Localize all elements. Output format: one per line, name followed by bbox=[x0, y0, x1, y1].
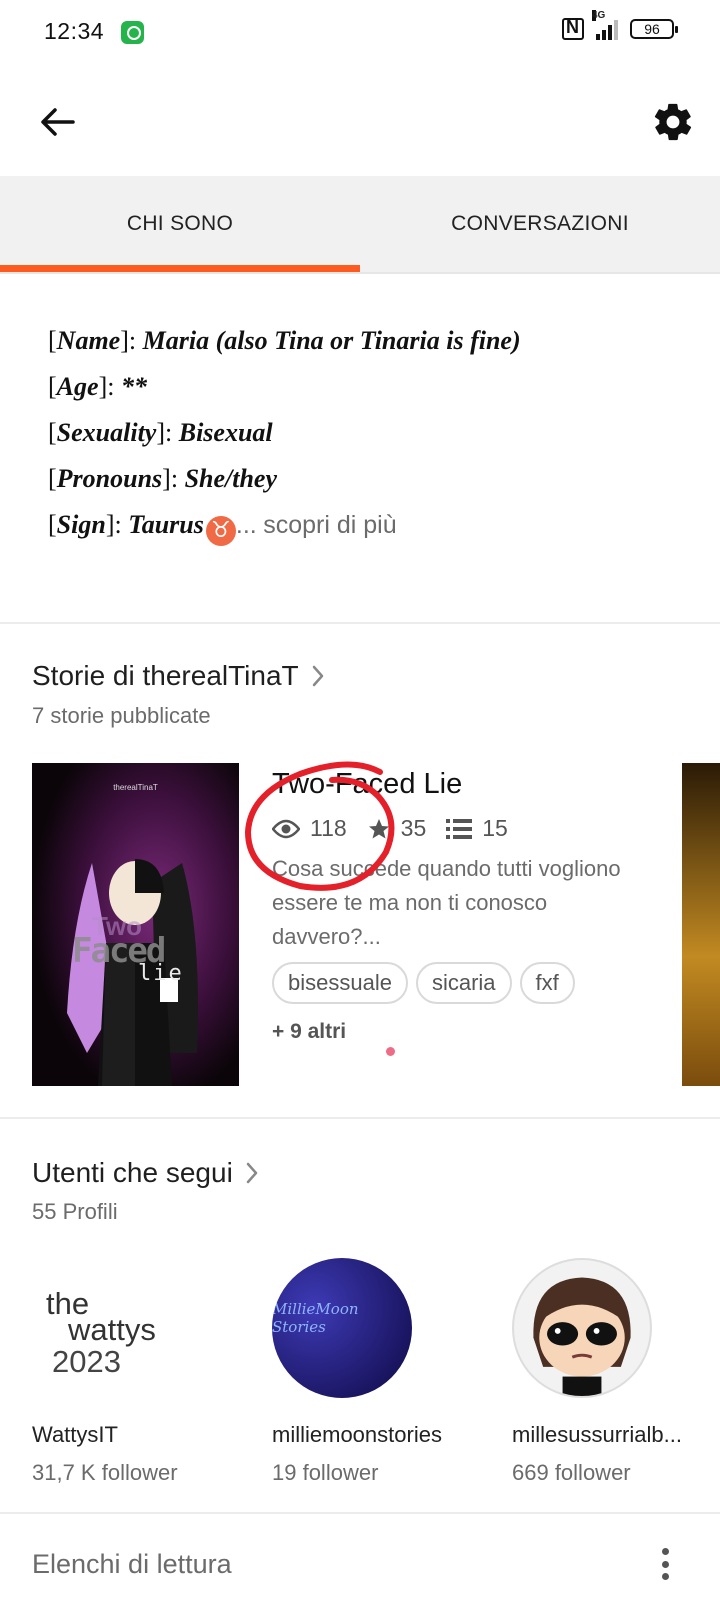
hand-drawn-circle-annotation bbox=[244, 761, 395, 891]
section-divider bbox=[0, 1512, 720, 1514]
following-count: 55 Profili bbox=[32, 1199, 118, 1224]
parts-stat: 15 bbox=[446, 815, 508, 842]
bio-key: Sexuality bbox=[56, 418, 157, 447]
following-section-title: Utenti che segui bbox=[32, 1157, 233, 1188]
stories-section-header[interactable]: Storie di therealTinaT bbox=[32, 660, 325, 692]
bio-key: Pronouns bbox=[56, 464, 163, 493]
profile-tabs: CHI SONO CONVERSAZIONI bbox=[0, 176, 720, 272]
tabs-divider bbox=[0, 272, 720, 274]
avatar bbox=[512, 1258, 652, 1398]
battery-icon: 96 bbox=[630, 19, 678, 39]
chevron-right-icon bbox=[312, 665, 323, 687]
carousel-indicator bbox=[386, 1047, 395, 1056]
bio-line-name: [Name]: Maria (also Tina or Tinaria is f… bbox=[48, 326, 521, 355]
tag-chip[interactable]: fxf bbox=[519, 962, 575, 1004]
bio-value: Taurus bbox=[128, 510, 204, 539]
stories-section-title: Storie di therealTinaT bbox=[32, 660, 299, 691]
top-app-bar bbox=[0, 84, 720, 160]
tab-conversazioni[interactable]: CONVERSAZIONI bbox=[360, 176, 720, 272]
bio-key: Age bbox=[56, 372, 99, 401]
bio-value: ** bbox=[120, 372, 147, 401]
cover-author: therealTinaT bbox=[113, 783, 158, 792]
bio-line-pronouns: [Pronouns]: She/they bbox=[48, 464, 278, 493]
tag-chip[interactable]: bisessuale bbox=[272, 962, 408, 1004]
bio-line-sexuality: [Sexuality]: Bisexual bbox=[48, 418, 273, 447]
kebab-menu-icon[interactable] bbox=[655, 1544, 675, 1584]
chevron-right-icon bbox=[246, 1162, 258, 1184]
avatar-cartoon bbox=[533, 1277, 631, 1396]
settings-button[interactable] bbox=[648, 97, 698, 147]
section-divider bbox=[0, 1117, 720, 1119]
bio-key: Name bbox=[56, 326, 121, 355]
user-name: milliemoonstories bbox=[272, 1422, 442, 1447]
user-card[interactable]: the wattys 2023 WattysIT 31,7 K follower bbox=[32, 1258, 232, 1486]
user-followers: 19 follower bbox=[272, 1460, 379, 1485]
arrow-left-icon bbox=[41, 108, 75, 136]
bio-value: Maria (also Tina or Tinaria is fine) bbox=[142, 326, 521, 355]
app-notification-icon bbox=[121, 21, 144, 44]
user-card[interactable]: MillieMoon Stories milliemoonstories 19 … bbox=[272, 1258, 472, 1486]
status-icons: 4G 96 bbox=[562, 10, 678, 40]
user-followers: 31,7 K follower bbox=[32, 1460, 178, 1485]
reading-lists-title[interactable]: Elenchi di lettura bbox=[32, 1549, 232, 1580]
parts-count: 15 bbox=[482, 815, 508, 841]
bio-key: Sign bbox=[56, 510, 106, 539]
bio-value: She/they bbox=[184, 464, 278, 493]
user-followers: 669 follower bbox=[512, 1460, 631, 1485]
user-name: millesussurrialb... bbox=[512, 1422, 682, 1447]
cover-title-line3: lie bbox=[138, 961, 184, 986]
tab-chi-sono[interactable]: CHI SONO bbox=[0, 176, 360, 272]
back-button[interactable] bbox=[34, 99, 80, 145]
logo-text: 2023 bbox=[52, 1344, 121, 1379]
nfc-icon bbox=[562, 17, 584, 40]
story-cover-image[interactable]: therealTinaT Two Faced lie bbox=[32, 763, 239, 1086]
stories-count: 7 storie pubblicate bbox=[32, 703, 211, 728]
signal-icon: 4G bbox=[592, 10, 618, 40]
section-divider bbox=[0, 622, 720, 624]
list-icon bbox=[446, 818, 473, 839]
taurus-emoji-icon: ♉ bbox=[205, 516, 236, 546]
following-section-header[interactable]: Utenti che segui bbox=[32, 1157, 259, 1189]
user-name: WattysIT bbox=[32, 1422, 118, 1447]
bio-value: Bisexual bbox=[178, 418, 273, 447]
more-tags-link[interactable]: + 9 altri bbox=[272, 1020, 642, 1044]
story-tags: bisessuale sicaria fxf bbox=[272, 962, 642, 1004]
read-more-link[interactable]: scopri di più bbox=[263, 511, 396, 539]
status-time: 12:34 bbox=[44, 18, 105, 44]
gear-icon bbox=[654, 103, 692, 141]
avatar: the wattys 2023 bbox=[32, 1258, 172, 1398]
avatar: MillieMoon Stories bbox=[272, 1258, 412, 1398]
bio-line-age: [Age]: ** bbox=[48, 372, 147, 401]
profile-bio: [Name]: Maria (also Tina or Tinaria is f… bbox=[48, 318, 688, 548]
bio-ellipsis: ... bbox=[235, 511, 257, 539]
logo-text: wattys bbox=[68, 1312, 156, 1347]
avatar-text: MillieMoon Stories bbox=[272, 1300, 359, 1336]
next-story-cover-image[interactable] bbox=[682, 763, 720, 1086]
bio-line-sign: [Sign]: Taurus ♉... scopri di più bbox=[48, 502, 688, 548]
status-bar: 12:34 4G 96 bbox=[0, 0, 720, 66]
user-card[interactable]: millesussurrialb... 669 follower bbox=[512, 1258, 712, 1486]
network-type: 4G bbox=[592, 10, 606, 21]
tag-chip[interactable]: sicaria bbox=[415, 962, 512, 1004]
